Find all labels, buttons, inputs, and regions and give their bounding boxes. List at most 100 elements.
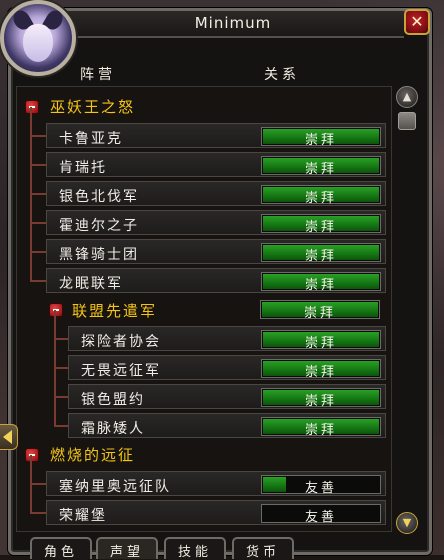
standing-bar: 崇拜 bbox=[261, 185, 381, 206]
faction-row-frame[interactable]: 探险者协会 崇拜 bbox=[68, 326, 386, 351]
tree-line bbox=[54, 425, 68, 427]
faction-row-frame[interactable]: 霍迪尔之子 崇拜 bbox=[46, 210, 386, 235]
standing-label: 崇拜 bbox=[304, 162, 337, 177]
subgroup-row[interactable]: 联盟先遣军 崇拜 bbox=[0, 297, 444, 322]
faction-row-frame[interactable]: 黑锋骑士团 崇拜 bbox=[46, 239, 386, 264]
character-portrait bbox=[0, 0, 76, 76]
standing-bar: 崇拜 bbox=[261, 359, 381, 380]
standing-bar: 崇拜 bbox=[261, 330, 381, 351]
standing-bar: 崇拜 bbox=[261, 272, 381, 293]
standing-bar: 崇拜 bbox=[261, 388, 381, 409]
tree-line bbox=[54, 367, 68, 369]
standing-bar: 崇拜 bbox=[261, 243, 381, 264]
tree-line bbox=[30, 165, 32, 195]
faction-row-frame[interactable]: 无畏远征军 崇拜 bbox=[68, 355, 386, 380]
tree-line bbox=[54, 396, 68, 398]
group-header[interactable]: 巫妖王之怒 bbox=[0, 94, 444, 119]
standing-bar: 崇拜 bbox=[261, 156, 381, 177]
faction-name: 霜脉矮人 bbox=[81, 421, 145, 437]
tab-character[interactable]: 角色 bbox=[30, 537, 92, 560]
faction-row[interactable]: 龙眠联军 崇拜 bbox=[0, 252, 444, 293]
faction-row[interactable]: 荣耀堡 友善 bbox=[0, 484, 444, 525]
faction-row-frame[interactable]: 龙眠联军 崇拜 bbox=[46, 268, 386, 293]
standing-label: 友善 bbox=[304, 510, 337, 525]
tab-currency[interactable]: 货币 bbox=[232, 537, 294, 560]
faction-name: 霍迪尔之子 bbox=[59, 218, 139, 234]
faction-row[interactable]: 霜脉矮人 崇拜 bbox=[0, 397, 444, 438]
minus-icon[interactable] bbox=[25, 448, 39, 462]
standing-bar: 友善 bbox=[261, 475, 381, 496]
group-header[interactable]: 燃烧的远征 bbox=[0, 442, 444, 467]
tree-line bbox=[30, 252, 32, 282]
faction-row[interactable]: 探险者协会 崇拜 bbox=[0, 310, 444, 351]
side-collapse-button[interactable] bbox=[0, 424, 18, 450]
arrow-up-icon: ▲ bbox=[402, 90, 412, 103]
standing-label: 崇拜 bbox=[304, 191, 337, 206]
tree-line bbox=[30, 135, 46, 137]
faction-row-frame[interactable]: 银色北伐军 崇拜 bbox=[46, 181, 386, 206]
faction-row[interactable]: 无畏远征军 崇拜 bbox=[0, 339, 444, 380]
title-bar: Minimum bbox=[62, 11, 404, 38]
scroll-up-button[interactable]: ▲ bbox=[396, 86, 418, 108]
faction-name: 肯瑞托 bbox=[59, 160, 107, 176]
standing-label: 崇拜 bbox=[303, 306, 336, 321]
standing-label: 崇拜 bbox=[304, 278, 337, 293]
scroll-down-button[interactable]: ▼ bbox=[396, 512, 418, 534]
tree-line bbox=[30, 251, 46, 253]
tree-line bbox=[30, 164, 46, 166]
faction-row-frame[interactable]: 霜脉矮人 崇拜 bbox=[68, 413, 386, 438]
minus-icon[interactable] bbox=[25, 100, 39, 114]
faction-row[interactable]: 黑锋骑士团 崇拜 bbox=[0, 223, 444, 264]
column-header-faction: 阵营 bbox=[80, 67, 116, 83]
faction-row-frame[interactable]: 荣耀堡 友善 bbox=[46, 500, 386, 525]
tree-line bbox=[30, 136, 32, 166]
faction-row-frame[interactable]: 银色盟约 崇拜 bbox=[68, 384, 386, 409]
arrow-down-icon: ▼ bbox=[402, 516, 412, 529]
tree-line bbox=[30, 512, 46, 514]
faction-row[interactable]: 银色北伐军 崇拜 bbox=[0, 165, 444, 206]
faction-name: 塞纳里奥远征队 bbox=[59, 479, 171, 495]
standing-label: 崇拜 bbox=[304, 133, 337, 148]
standing-bar: 崇拜 bbox=[260, 300, 380, 321]
faction-row[interactable]: 肯瑞托 崇拜 bbox=[0, 136, 444, 177]
scrollbar[interactable]: ▲ ▼ bbox=[396, 86, 420, 534]
tree-line bbox=[30, 107, 32, 137]
tree-line bbox=[30, 484, 32, 514]
faction-row-frame[interactable]: 联盟先遣军 崇拜 bbox=[46, 297, 386, 322]
faction-name: 探险者协会 bbox=[81, 334, 161, 350]
tree-line bbox=[54, 339, 56, 369]
group-name: 巫妖王之怒 bbox=[50, 98, 136, 116]
faction-name: 荣耀堡 bbox=[59, 508, 107, 524]
faction-row-frame[interactable]: 肯瑞托 崇拜 bbox=[46, 152, 386, 177]
tree-line bbox=[30, 483, 46, 485]
faction-row[interactable]: 塞纳里奥远征队 友善 bbox=[0, 455, 444, 496]
faction-row[interactable]: 银色盟约 崇拜 bbox=[0, 368, 444, 409]
faction-row-frame[interactable]: 卡鲁亚克 崇拜 bbox=[46, 123, 386, 148]
column-header-standing: 关系 bbox=[264, 67, 300, 83]
tree-line bbox=[30, 223, 32, 253]
tab-skills[interactable]: 技能 bbox=[164, 537, 226, 560]
faction-row[interactable]: 霍迪尔之子 崇拜 bbox=[0, 194, 444, 235]
faction-row[interactable]: 卡鲁亚克 崇拜 bbox=[0, 107, 444, 148]
tree-line bbox=[54, 397, 56, 427]
tree-line bbox=[30, 193, 46, 195]
arrow-left-icon bbox=[3, 430, 12, 444]
standing-label: 崇拜 bbox=[304, 336, 337, 351]
faction-row-frame[interactable]: 塞纳里奥远征队 友善 bbox=[46, 471, 386, 496]
faction-name: 黑锋骑士团 bbox=[59, 247, 139, 263]
tree-line bbox=[54, 338, 68, 340]
tab-reputation[interactable]: 声望 bbox=[96, 537, 158, 560]
window-title: Minimum bbox=[194, 14, 272, 32]
tree-line bbox=[30, 222, 46, 224]
close-icon: ✕ bbox=[410, 12, 424, 31]
group-name: 燃烧的远征 bbox=[50, 446, 136, 464]
scroll-thumb[interactable] bbox=[398, 112, 416, 130]
faction-name: 卡鲁亚克 bbox=[59, 131, 123, 147]
faction-name: 龙眠联军 bbox=[59, 276, 123, 292]
standing-label: 崇拜 bbox=[304, 365, 337, 380]
standing-label: 友善 bbox=[304, 481, 337, 496]
close-button[interactable]: ✕ bbox=[404, 9, 430, 35]
tree-line bbox=[30, 194, 32, 224]
tree-line bbox=[30, 455, 32, 485]
standing-bar: 崇拜 bbox=[261, 127, 381, 148]
